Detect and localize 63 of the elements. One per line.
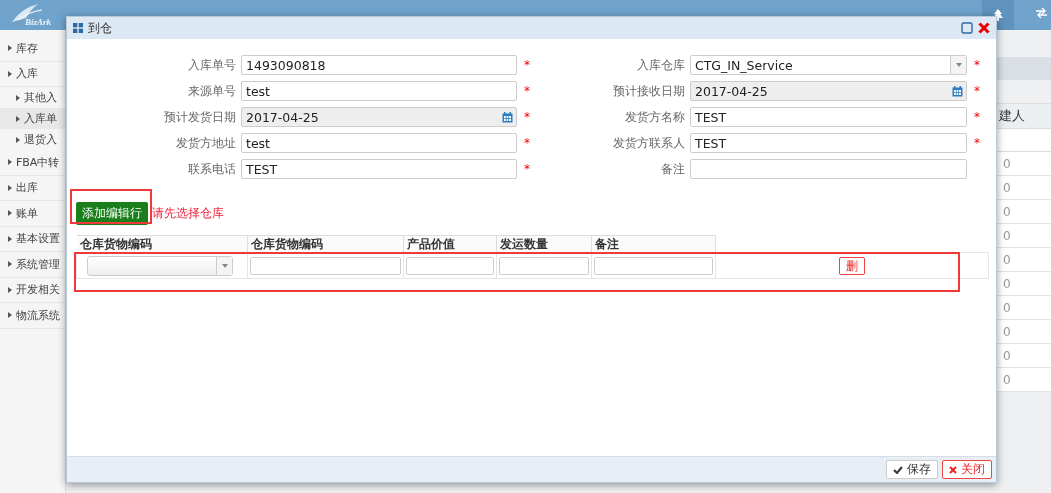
close-button[interactable]: 关闭 [942, 460, 992, 479]
required-mark: * [523, 136, 531, 150]
input-field[interactable]: test [241, 133, 517, 153]
required-mark: * [973, 84, 981, 98]
dialog-title: 到仓 [88, 19, 113, 37]
sidebar-item[interactable]: 系统管理 [0, 252, 65, 278]
sidebar-item[interactable]: 入库 [0, 61, 65, 87]
sidebar-item[interactable]: 退货入 [0, 129, 65, 150]
column-header: 仓库货物编码 [247, 235, 403, 253]
table-cell: 0 [997, 320, 1051, 344]
field-label: 来源单号 [187, 82, 236, 100]
required-mark: * [973, 58, 981, 72]
field-label: 发货方地址 [175, 134, 236, 152]
sidebar-item[interactable]: 其他入 [0, 87, 65, 108]
table-cell: 0 [997, 152, 1051, 176]
sidebar-item[interactable]: 基本设置 [0, 226, 65, 252]
column-header: 产品价值 [403, 235, 496, 253]
column-header: 发运数量 [496, 235, 591, 253]
field-label: 备注 [660, 160, 685, 178]
input-field[interactable]: TEST [690, 133, 967, 153]
date-field[interactable]: 2017-04-25 [241, 107, 517, 127]
required-mark: * [973, 136, 981, 150]
input-field[interactable]: TEST [241, 159, 517, 179]
field-label: 预计发货日期 [163, 108, 236, 126]
column-header: 仓库货物编码 [76, 235, 247, 253]
input-field[interactable]: TEST [690, 107, 967, 127]
table-cell: 0 [997, 224, 1051, 248]
field-label: 预计接收日期 [612, 82, 685, 100]
table-cell: 0 [997, 272, 1051, 296]
sidebar-item[interactable]: 入库单 [0, 108, 65, 129]
field-label: 联系电话 [187, 160, 236, 178]
sidebar-item[interactable]: 出库 [0, 175, 65, 201]
sidebar-item[interactable]: FBA中转 [0, 150, 65, 176]
required-mark: * [523, 84, 531, 98]
delete-button[interactable]: 删 [838, 256, 865, 275]
table-cell: 0 [997, 248, 1051, 272]
sidebar-item[interactable]: 账单 [0, 201, 65, 227]
warehouse-select[interactable]: CTG_IN_Service [690, 55, 967, 75]
input-field[interactable]: 1493090818 [241, 55, 517, 75]
column-header: 建人 [997, 103, 1051, 129]
sidebar-item[interactable]: 库存 [0, 36, 65, 62]
logo-text: BizArk [24, 17, 51, 29]
table-cell: 0 [997, 296, 1051, 320]
required-mark: * [523, 110, 531, 124]
field-label: 发货方名称 [624, 108, 685, 126]
required-mark: * [973, 110, 981, 124]
warning-text: 请先选择仓库 [152, 205, 224, 222]
sidebar-item[interactable]: 开发相关 [0, 277, 65, 303]
required-mark: * [523, 162, 531, 176]
column-header: 备注 [591, 235, 715, 253]
table-cell: 0 [997, 344, 1051, 368]
save-button[interactable]: 保存 [886, 460, 938, 479]
date-field[interactable]: 2017-04-25 [690, 81, 967, 101]
table-cell: 0 [997, 200, 1051, 224]
input-field[interactable]: test [241, 81, 517, 101]
table-cell: 0 [997, 368, 1051, 392]
field-label: 入库仓库 [636, 56, 685, 74]
table-cell: 0 [997, 176, 1051, 200]
add-row-button[interactable]: 添加编辑行 [76, 202, 148, 225]
field-label: 发货方联系人 [612, 134, 685, 152]
field-label: 入库单号 [187, 56, 236, 74]
required-mark: * [523, 58, 531, 72]
sidebar-item[interactable]: 物流系统 [0, 303, 65, 329]
